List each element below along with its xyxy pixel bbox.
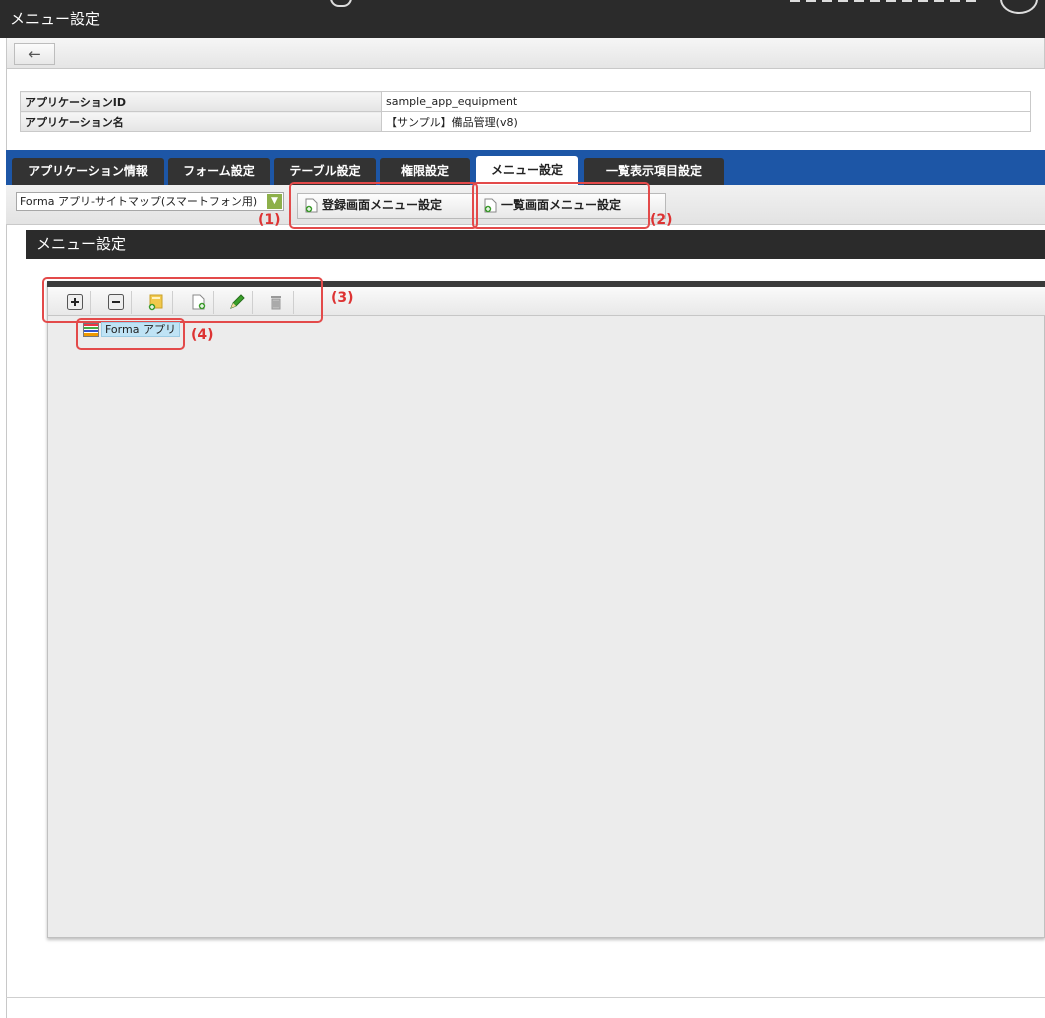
app-name-value: 【サンプル】備品管理(v8) (381, 111, 1031, 132)
highlight-box-1 (289, 182, 478, 229)
back-button[interactable]: ← (14, 43, 55, 65)
section-title: メニュー設定 (36, 235, 127, 253)
annotation-1: (1) (258, 212, 281, 228)
app-id-label: アプリケーションID (20, 91, 382, 112)
sitemap-select-value: Forma アプリ-サイトマップ(スマートフォン用) (20, 195, 258, 208)
decoration-dashes (790, 0, 980, 2)
title-bar: メニュー設定 (0, 0, 1045, 38)
tab-application-info[interactable]: アプリケーション情報 (12, 158, 164, 185)
window-title: メニュー設定 (10, 10, 101, 28)
back-arrow-icon: ← (28, 45, 41, 63)
tab-list-display-settings[interactable]: 一覧表示項目設定 (584, 158, 724, 185)
tab-table-settings[interactable]: テーブル設定 (274, 158, 376, 185)
app-info-table: アプリケーションID sample_app_equipment アプリケーション… (20, 91, 1031, 132)
annotation-3: (3) (331, 290, 354, 306)
table-row: アプリケーションID sample_app_equipment (20, 91, 1031, 112)
section-header: メニュー設定 (26, 230, 1045, 259)
sitemap-select[interactable]: Forma アプリ-サイトマップ(スマートフォン用) ▼ (16, 192, 284, 211)
app-id-value: sample_app_equipment (381, 91, 1031, 112)
annotation-4: (4) (191, 327, 214, 343)
decoration-arc (330, 0, 352, 7)
tab-bar: アプリケーション情報 フォーム設定 テーブル設定 権限設定 メニュー設定 一覧表… (6, 150, 1045, 185)
highlight-box-2 (472, 182, 650, 229)
top-toolbar (6, 38, 1045, 69)
decoration-circle (1000, 0, 1038, 14)
tab-permission-settings[interactable]: 権限設定 (380, 158, 470, 185)
footer-divider (6, 997, 1045, 998)
table-row: アプリケーション名 【サンプル】備品管理(v8) (20, 111, 1031, 132)
highlight-box-3 (42, 277, 323, 323)
highlight-box-4 (76, 318, 185, 350)
app-name-label: アプリケーション名 (20, 111, 382, 132)
menu-tree-panel (47, 281, 1045, 938)
annotation-2: (2) (650, 212, 673, 228)
tab-form-settings[interactable]: フォーム設定 (168, 158, 270, 185)
tab-menu-settings[interactable]: メニュー設定 (476, 156, 578, 185)
chevron-down-icon: ▼ (267, 194, 282, 209)
